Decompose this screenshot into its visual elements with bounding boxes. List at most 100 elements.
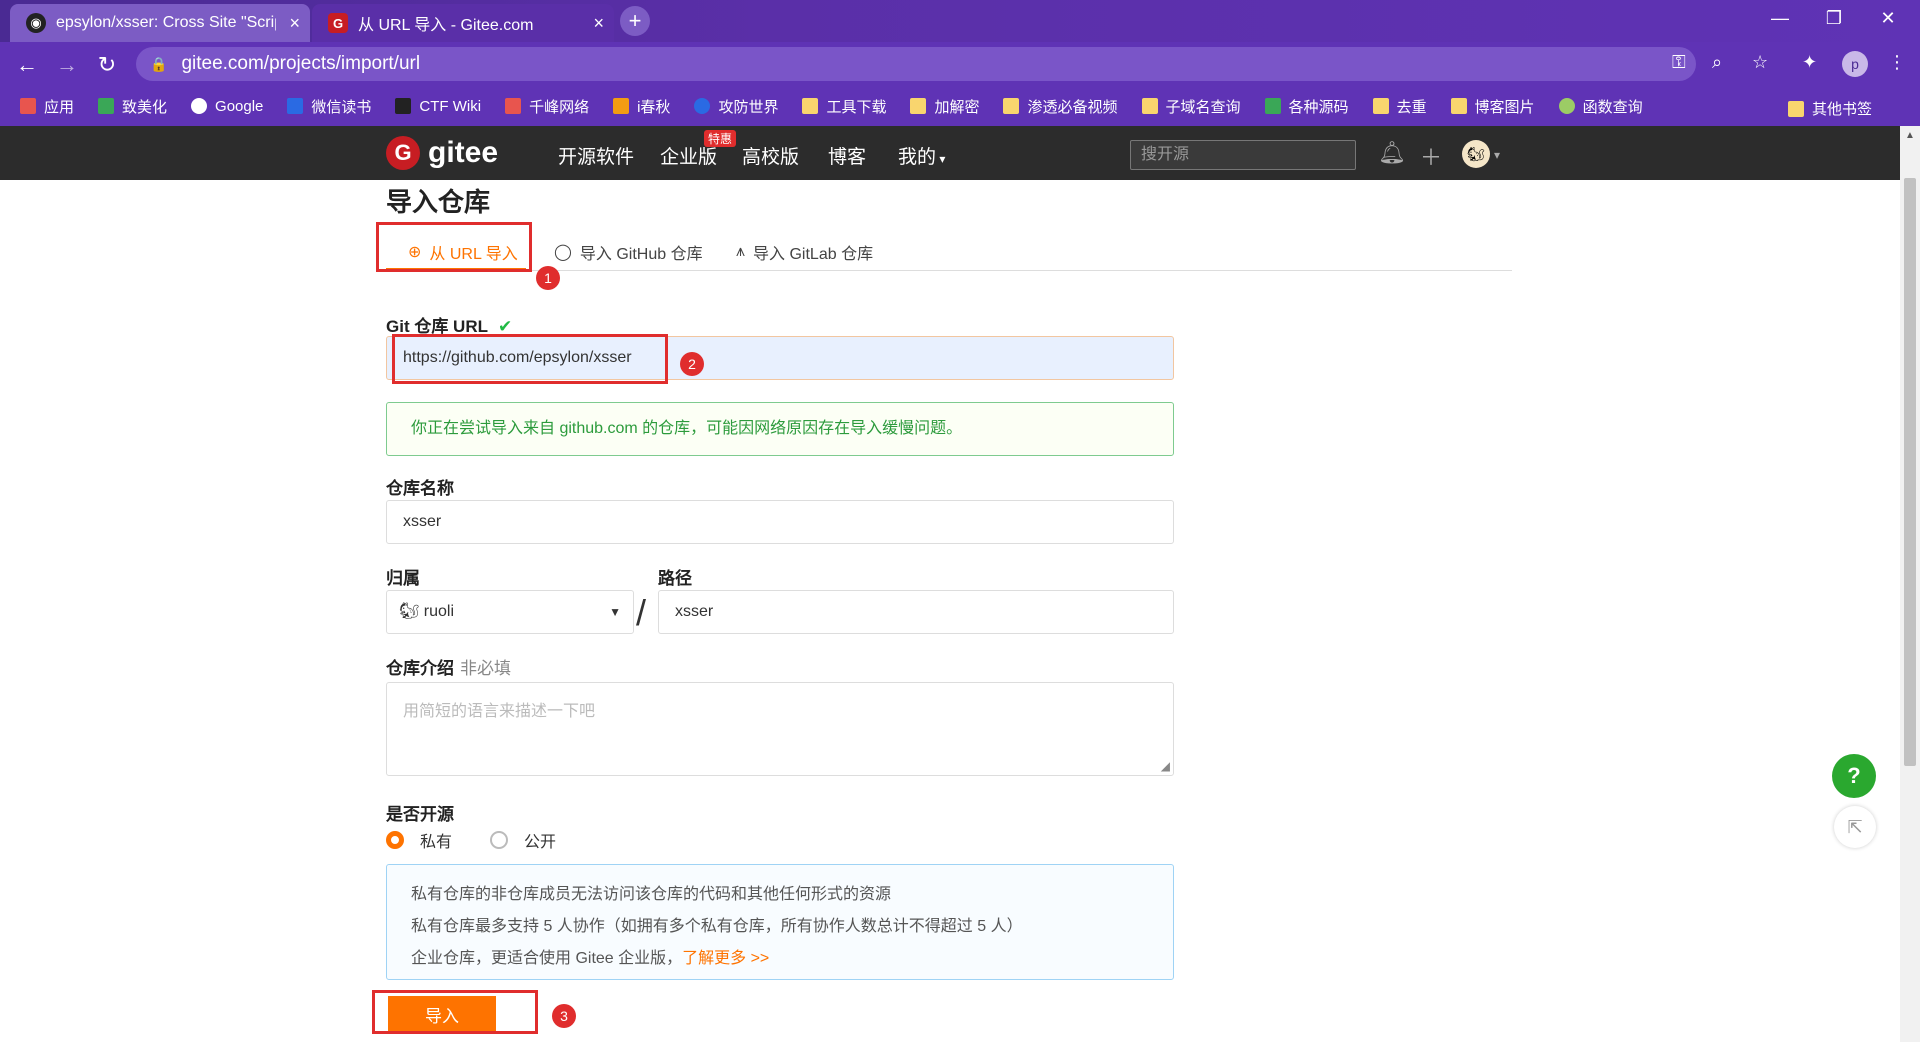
- nav-blog[interactable]: 博客: [828, 142, 866, 169]
- bookmark-icon: [694, 98, 711, 114]
- bookmark-other[interactable]: 其他书签: [1787, 98, 1872, 119]
- intro-textarea[interactable]: 用简短的语言来描述一下吧 ◢: [386, 682, 1174, 776]
- bookmark-icon: [395, 98, 412, 114]
- bookmark-folder[interactable]: 加解密: [910, 96, 979, 117]
- bookmark-item[interactable]: Google: [191, 98, 263, 115]
- gitlab-icon: ⩚: [736, 243, 746, 260]
- bell-icon[interactable]: 🔔︎: [1378, 140, 1406, 166]
- bookmark-folder[interactable]: 博客图片: [1450, 96, 1535, 117]
- annotation-number: 3: [552, 1004, 576, 1028]
- address-bar[interactable]: 🔒 gitee.com/projects/import/url: [136, 47, 1696, 81]
- bookmark-icon: [1264, 98, 1281, 114]
- close-window-icon[interactable]: ✕: [1868, 8, 1908, 29]
- browser-toolbar: ← → ↻ 🔒 gitee.com/projects/import/url ⚿ …: [0, 42, 1920, 86]
- bookmark-item[interactable]: i春秋: [613, 96, 670, 117]
- minimize-icon[interactable]: —: [1760, 8, 1800, 29]
- bookmark-item[interactable]: 各种源码: [1264, 96, 1349, 117]
- owner-avatar: 🐿︎: [399, 603, 424, 620]
- chevron-down-icon: ▼: [609, 605, 621, 619]
- bookmark-item[interactable]: 攻防世界: [694, 96, 778, 117]
- restore-icon[interactable]: ❐: [1814, 8, 1854, 29]
- scroll-up-icon[interactable]: ▲: [1905, 130, 1915, 141]
- tab-github-import[interactable]: ◯ 导入 GitHub 仓库: [554, 240, 703, 264]
- tab-gitlab-import[interactable]: ⩚ 导入 GitLab 仓库: [736, 240, 873, 264]
- intro-label: 仓库介绍 非必填: [386, 659, 511, 678]
- star-icon[interactable]: ☆: [1752, 52, 1768, 73]
- bookmark-item[interactable]: 微信读书: [287, 96, 371, 117]
- close-icon[interactable]: ×: [593, 13, 604, 34]
- bookmark-icon: [1558, 98, 1575, 114]
- forward-icon[interactable]: →: [52, 52, 82, 78]
- radio-private[interactable]: 私有: [386, 828, 452, 852]
- gitee-search-input[interactable]: 搜开源: [1130, 140, 1356, 170]
- gitee-logo[interactable]: G gitee: [386, 136, 498, 170]
- bookmark-item[interactable]: 千峰网络: [505, 96, 589, 117]
- github-icon: ◉: [26, 13, 46, 33]
- apps-icon: [20, 98, 36, 114]
- annotation-number: 2: [680, 352, 704, 376]
- bookmark-folder[interactable]: 去重: [1372, 96, 1427, 117]
- path-input[interactable]: xsser: [658, 590, 1174, 634]
- folder-icon: [1450, 98, 1467, 114]
- browser-tab-gitee[interactable]: G 从 URL 导入 - Gitee.com ×: [312, 4, 614, 42]
- plus-icon[interactable]: ＋: [1420, 140, 1442, 172]
- folder-icon: [1372, 98, 1389, 114]
- extensions-icon[interactable]: ✦: [1802, 52, 1817, 73]
- import-notice: 你正在尝试导入来自 github.com 的仓库，可能因网络原因存在导入缓慢问题…: [386, 402, 1174, 456]
- bookmark-item[interactable]: CTF Wiki: [395, 98, 481, 115]
- learn-more-link[interactable]: 了解更多 >>: [682, 950, 769, 967]
- promo-badge: 特惠: [704, 130, 737, 147]
- page-title: 导入仓库: [386, 187, 491, 217]
- repo-name-input[interactable]: xsser: [386, 500, 1174, 544]
- radio-checked-icon: [386, 831, 404, 849]
- tab-title: 从 URL 导入 - Gitee.com: [358, 17, 534, 34]
- bookmark-folder[interactable]: 渗透必备视频: [1003, 96, 1118, 117]
- bookmark-apps[interactable]: 应用: [20, 96, 74, 117]
- menu-icon[interactable]: ⋮: [1888, 52, 1906, 73]
- share-icon[interactable]: ⇱: [1834, 806, 1876, 848]
- bookmarks-bar: 应用 致美化 Google 微信读书 CTF Wiki 千峰网络 i春秋 攻防世…: [0, 86, 1920, 126]
- scrollbar-thumb[interactable]: [1904, 178, 1916, 766]
- bookmark-item[interactable]: 函数查询: [1558, 96, 1643, 117]
- resize-handle-icon[interactable]: ◢: [1161, 759, 1170, 773]
- bookmark-folder[interactable]: 子域名查询: [1141, 96, 1241, 117]
- owner-label: 归属: [386, 569, 420, 588]
- chevron-down-icon[interactable]: ▾: [1494, 148, 1500, 162]
- nav-edu[interactable]: 高校版: [742, 142, 799, 169]
- page-scrollbar[interactable]: ▲: [1900, 126, 1920, 1042]
- annotation-box-2: [392, 334, 668, 384]
- bookmark-item[interactable]: 致美化: [98, 96, 167, 117]
- lock-icon: 🔒: [150, 55, 168, 72]
- bookmark-icon: [287, 98, 304, 114]
- zoom-icon[interactable]: ⌕: [1712, 52, 1722, 73]
- annotation-number: 1: [536, 266, 560, 290]
- close-icon[interactable]: ×: [289, 13, 300, 34]
- new-tab-button[interactable]: +: [620, 6, 650, 36]
- radio-unchecked-icon: [490, 831, 508, 849]
- browser-tab-github[interactable]: ◉ epsylon/xsser: Cross Site "Scrip ×: [10, 4, 310, 42]
- gitee-header: G gitee 开源软件 企业版 特惠 高校版 博客 我的 ▾ 搜开源 🔔︎ ＋…: [0, 126, 1900, 180]
- open-source-label: 是否开源: [386, 805, 454, 824]
- folder-icon: [802, 98, 819, 114]
- profile-avatar[interactable]: p: [1842, 51, 1868, 77]
- github-icon: ◯: [554, 244, 572, 261]
- owner-select[interactable]: 🐿︎ ruoli ▼: [386, 590, 634, 634]
- repo-name-label: 仓库名称: [386, 479, 454, 498]
- folder-icon: [910, 98, 927, 114]
- radio-public[interactable]: 公开: [490, 828, 556, 852]
- annotation-box-1: [376, 222, 532, 272]
- help-button[interactable]: ?: [1832, 754, 1876, 798]
- key-icon[interactable]: ⚿: [1672, 52, 1686, 73]
- private-info-box: 私有仓库的非仓库成员无法访问该仓库的代码和其他任何形式的资源 私有仓库最多支持 …: [386, 864, 1174, 980]
- back-icon[interactable]: ←: [12, 52, 42, 78]
- browser-tabstrip: ◉ epsylon/xsser: Cross Site "Scrip × G 从…: [0, 0, 1920, 42]
- bookmark-icon: [613, 98, 630, 114]
- bookmark-folder[interactable]: 工具下载: [802, 96, 886, 117]
- google-icon: [191, 98, 208, 114]
- nav-open-source[interactable]: 开源软件: [558, 142, 634, 169]
- bookmark-icon: [98, 98, 115, 114]
- nav-mine[interactable]: 我的 ▾: [898, 142, 945, 169]
- folder-icon: [1003, 98, 1020, 114]
- user-avatar[interactable]: 🐿︎: [1462, 140, 1490, 168]
- reload-icon[interactable]: ↻: [92, 52, 122, 78]
